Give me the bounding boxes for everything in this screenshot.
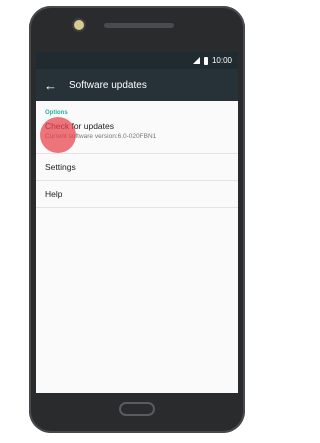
back-arrow-icon[interactable]: ← xyxy=(44,79,57,92)
signal-icon xyxy=(192,57,200,64)
home-button[interactable] xyxy=(119,402,155,416)
front-camera xyxy=(74,20,84,30)
item-label: Settings xyxy=(45,162,76,172)
page-title: Software updates xyxy=(69,79,147,91)
settings-list: Options Check for updates Current softwa… xyxy=(36,101,238,208)
battery-icon xyxy=(203,56,208,65)
status-time: 10:00 xyxy=(211,56,232,65)
touch-indicator xyxy=(40,117,76,153)
phone-screen: 10:00 ← Software updates Options Check f… xyxy=(36,52,238,393)
item-label: Help xyxy=(45,189,63,199)
app-toolbar: ← Software updates xyxy=(36,69,238,101)
status-bar: 10:00 xyxy=(36,52,238,69)
settings-item[interactable]: Settings xyxy=(36,154,238,181)
section-header: Options xyxy=(45,110,68,116)
earpiece-speaker xyxy=(104,23,174,28)
phone-frame: 10:00 ← Software updates Options Check f… xyxy=(29,6,245,433)
help-item[interactable]: Help xyxy=(36,181,238,208)
